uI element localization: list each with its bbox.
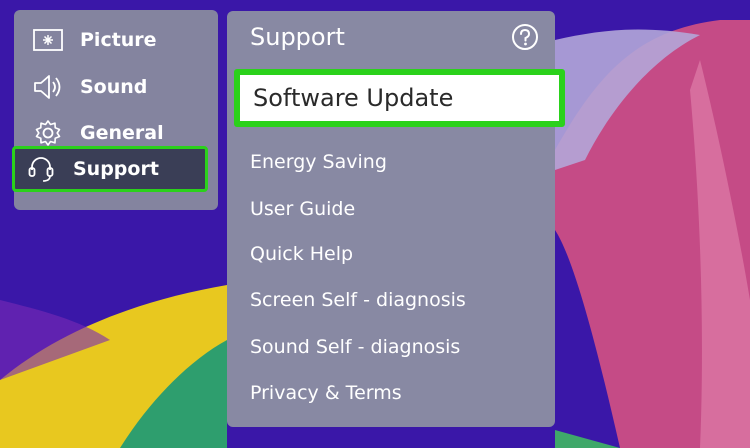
menu-item-label: General xyxy=(80,122,164,144)
menu-item-quick-help[interactable]: Quick Help xyxy=(250,243,353,265)
menu-item-energy-saving[interactable]: Energy Saving xyxy=(250,151,387,173)
menu-item-label: Software Update xyxy=(240,75,559,121)
menu-item-label: Sound xyxy=(80,76,148,98)
menu-item-label: Picture xyxy=(80,29,157,51)
menu-item-picture[interactable]: Picture xyxy=(14,18,218,62)
help-icon[interactable] xyxy=(510,22,540,52)
menu-item-privacy-terms[interactable]: Privacy & Terms xyxy=(250,382,402,404)
menu-item-user-guide[interactable]: User Guide xyxy=(250,198,355,220)
panel-title: Support xyxy=(250,23,345,51)
menu-item-sound[interactable]: Sound xyxy=(14,65,218,109)
menu-item-sound-self-diagnosis[interactable]: Sound Self - diagnosis xyxy=(250,336,460,358)
support-panel: Support Software Update Energy Saving Us… xyxy=(227,11,565,427)
headset-icon xyxy=(23,154,59,184)
menu-item-software-update[interactable]: Software Update xyxy=(234,69,565,127)
menu-item-support[interactable]: Support xyxy=(12,146,208,192)
gear-icon xyxy=(30,118,66,148)
menu-item-screen-self-diagnosis[interactable]: Screen Self - diagnosis xyxy=(250,289,466,311)
speaker-icon xyxy=(30,72,66,102)
menu-item-label: Support xyxy=(73,158,159,180)
picture-icon xyxy=(30,25,66,55)
